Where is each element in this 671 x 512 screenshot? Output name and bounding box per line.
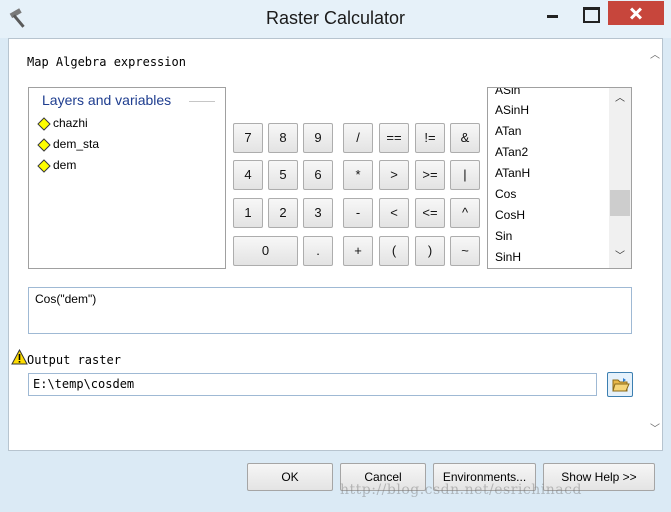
key-4[interactable]: 4: [233, 160, 263, 190]
scrollbar-thumb[interactable]: [610, 190, 630, 216]
layers-list[interactable]: Layers and variables chazhi dem_sta dem: [28, 87, 226, 269]
functions-scrollbar[interactable]: ︿ ﹀: [609, 88, 631, 268]
function-item[interactable]: ATan2: [495, 145, 528, 159]
ok-button[interactable]: OK: [247, 463, 333, 491]
function-item[interactable]: Sin: [495, 229, 512, 243]
key-greater[interactable]: >: [379, 160, 409, 190]
key-7[interactable]: 7: [233, 123, 263, 153]
minimize-icon[interactable]: [538, 1, 568, 25]
key-5[interactable]: 5: [268, 160, 298, 190]
key-minus[interactable]: -: [343, 198, 373, 228]
chevron-up-icon[interactable]: ︿: [614, 94, 626, 104]
key-equal[interactable]: ==: [379, 123, 409, 153]
key-2[interactable]: 2: [268, 198, 298, 228]
map-algebra-label: Map Algebra expression: [27, 55, 186, 69]
key-xor[interactable]: ^: [450, 198, 480, 228]
functions-list[interactable]: ASin ASinH ATan ATan2 ATanH Cos CosH Sin…: [487, 87, 632, 269]
title-bar: Raster Calculator: [0, 0, 671, 38]
watermark: http://blog.csdn.net/esrichinacd: [340, 482, 582, 498]
close-icon[interactable]: [608, 1, 664, 25]
function-item[interactable]: ASinH: [495, 103, 529, 117]
raster-layer-icon: [37, 159, 51, 173]
layer-label: chazhi: [53, 116, 88, 130]
key-greater-equal[interactable]: >=: [415, 160, 445, 190]
key-not[interactable]: ~: [450, 236, 480, 266]
layer-label: dem_sta: [53, 137, 100, 151]
key-or[interactable]: |: [450, 160, 480, 190]
function-item[interactable]: ATan: [495, 124, 521, 138]
expression-input[interactable]: Cos("dem"): [28, 287, 632, 334]
layers-title: Layers and variables: [42, 92, 172, 108]
window-title: Raster Calculator: [265, 8, 406, 28]
maximize-icon[interactable]: [573, 1, 607, 25]
output-raster-label: Output raster: [27, 353, 121, 367]
key-less-equal[interactable]: <=: [415, 198, 445, 228]
chevron-down-icon[interactable]: ﹀: [614, 252, 626, 262]
key-plus[interactable]: +: [343, 236, 373, 266]
warning-icon: [11, 349, 28, 365]
function-item[interactable]: Cos: [495, 187, 516, 201]
key-1[interactable]: 1: [233, 198, 263, 228]
key-8[interactable]: 8: [268, 123, 298, 153]
key-not-equal[interactable]: !=: [415, 123, 445, 153]
key-and[interactable]: &: [450, 123, 480, 153]
raster-layer-icon: [37, 117, 51, 131]
key-9[interactable]: 9: [303, 123, 333, 153]
key-open-paren[interactable]: (: [379, 236, 409, 266]
chevron-up-icon[interactable]: ︿: [650, 51, 660, 61]
chevron-down-icon[interactable]: ﹀: [650, 425, 660, 435]
function-item[interactable]: SinH: [495, 250, 521, 264]
key-decimal[interactable]: .: [303, 236, 333, 266]
function-item[interactable]: ATanH: [495, 166, 530, 180]
layer-label: dem: [53, 158, 77, 172]
output-raster-input[interactable]: E:\temp\cosdem: [28, 373, 597, 396]
key-close-paren[interactable]: ): [415, 236, 445, 266]
dialog-body: Map Algebra expression Layers and variab…: [8, 38, 663, 451]
folder-open-icon: [612, 378, 630, 392]
key-6[interactable]: 6: [303, 160, 333, 190]
key-3[interactable]: 3: [303, 198, 333, 228]
key-0[interactable]: 0: [233, 236, 298, 266]
key-less[interactable]: <: [379, 198, 409, 228]
dialog-scrollbar[interactable]: ︿ ﹀: [647, 43, 663, 448]
key-divide[interactable]: /: [343, 123, 373, 153]
layers-divider: [189, 101, 215, 102]
function-item[interactable]: CosH: [495, 208, 525, 222]
raster-layer-icon: [37, 138, 51, 152]
browse-button[interactable]: [607, 372, 633, 397]
key-multiply[interactable]: *: [343, 160, 373, 190]
function-item[interactable]: ASin: [495, 88, 520, 97]
